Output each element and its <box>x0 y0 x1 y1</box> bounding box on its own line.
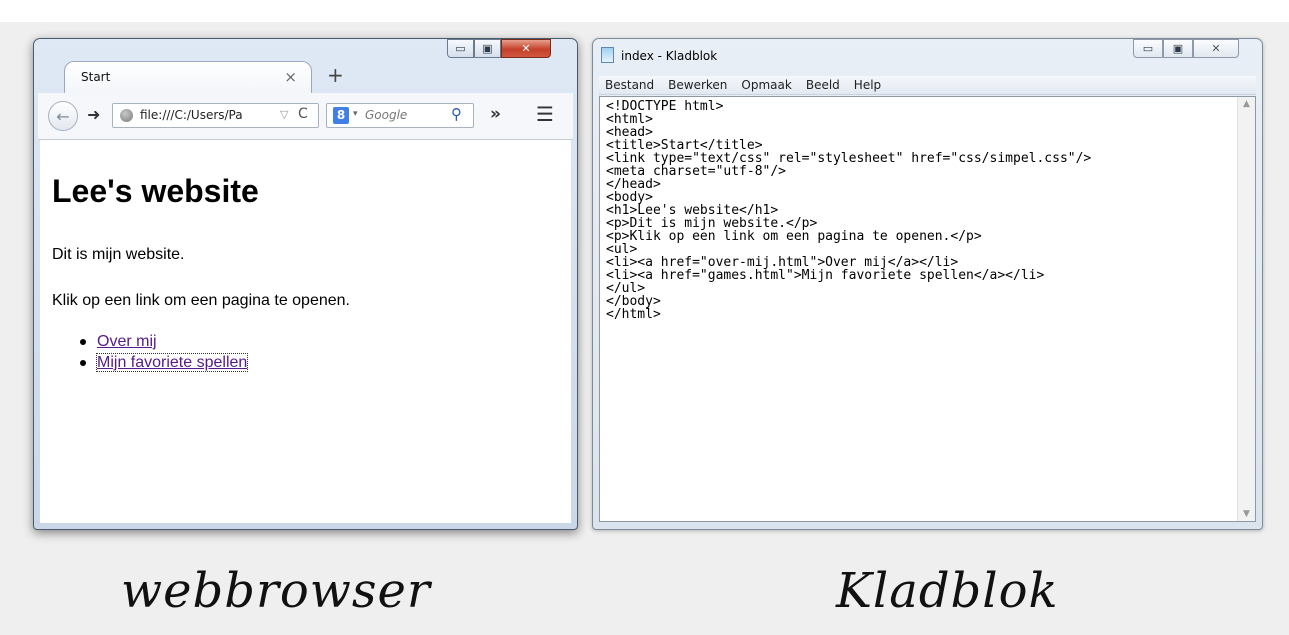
url-text: file:///C:/Users/Pa <box>140 108 243 122</box>
overflow-chevron-icon[interactable]: » <box>490 104 501 124</box>
scroll-down-icon[interactable]: ▼ <box>1238 509 1255 519</box>
link-over-mij[interactable]: Over mij <box>97 333 157 350</box>
notepad-icon <box>601 47 614 63</box>
list-item: Over mij <box>80 331 247 352</box>
browser-window: ▭ ▣ ✕ Start × + ← ➜ file:///C:/Users/Pa … <box>33 38 578 530</box>
menu-bar: Bestand Bewerken Opmaak Beeld Help <box>599 76 1256 95</box>
maximize-button[interactable]: ▣ <box>474 39 501 58</box>
menu-bewerken[interactable]: Bewerken <box>668 78 727 92</box>
close-button[interactable]: ✕ <box>501 39 551 58</box>
navigation-toolbar: ← ➜ file:///C:/Users/Pa ▽ C 8 ▾ Google ⚲… <box>38 93 573 140</box>
page-paragraph-2: Klik op een link om een pagina te openen… <box>52 292 350 309</box>
notepad-caption-buttons: ▭ ▣ ✕ <box>1133 39 1239 58</box>
page-heading: Lee's website <box>52 173 259 209</box>
notepad-window: index - Kladblok ▭ ▣ ✕ Bestand Bewerken … <box>592 38 1263 530</box>
editor-content[interactable]: <!DOCTYPE html> <html> <head> <title>Sta… <box>606 100 1091 321</box>
globe-icon <box>120 109 133 122</box>
browser-caption-buttons: ▭ ▣ ✕ <box>447 39 551 58</box>
menu-help[interactable]: Help <box>854 78 881 92</box>
caption-kladblok: Kladblok <box>836 563 1059 619</box>
window-title: index - Kladblok <box>621 49 718 63</box>
minimize-button[interactable]: ▭ <box>1133 39 1163 58</box>
hamburger-menu-icon[interactable]: ☰ <box>536 102 554 126</box>
menu-bestand[interactable]: Bestand <box>605 78 654 92</box>
engine-dropdown-icon[interactable]: ▾ <box>353 109 358 119</box>
caption-webbrowser: webbrowser <box>121 563 431 619</box>
back-arrow-icon: ← <box>56 106 70 126</box>
forward-arrow-icon[interactable]: ➜ <box>87 105 100 124</box>
page-paragraph-1: Dit is mijn website. <box>52 246 185 263</box>
tab-title: Start <box>81 70 111 84</box>
menu-beeld[interactable]: Beeld <box>806 78 840 92</box>
link-list: Over mij Mijn favoriete spellen <box>80 331 249 373</box>
maximize-button[interactable]: ▣ <box>1163 39 1193 58</box>
magnifier-icon[interactable]: ⚲ <box>451 105 462 123</box>
search-bar[interactable]: 8 ▾ Google ⚲ <box>326 103 474 128</box>
close-button[interactable]: ✕ <box>1193 39 1239 58</box>
google-engine-icon[interactable]: 8 <box>333 107 349 124</box>
page-viewport: Lee's website Dit is mijn website. Klik … <box>40 140 571 523</box>
scroll-up-icon[interactable]: ▲ <box>1238 99 1255 109</box>
history-dropdown-icon[interactable]: ▽ <box>280 108 288 121</box>
list-item: Mijn favoriete spellen <box>80 352 249 373</box>
back-button[interactable]: ← <box>48 101 78 131</box>
link-favoriete-spellen[interactable]: Mijn favoriete spellen <box>95 353 249 372</box>
text-editor[interactable]: <!DOCTYPE html> <html> <head> <title>Sta… <box>599 96 1256 522</box>
reload-icon[interactable]: C <box>298 106 308 122</box>
tab-close-icon[interactable]: × <box>284 68 297 86</box>
url-bar[interactable]: file:///C:/Users/Pa ▽ C <box>112 103 319 128</box>
menu-opmaak[interactable]: Opmaak <box>741 78 791 92</box>
top-strip <box>0 0 1289 22</box>
tab-start[interactable]: Start × <box>64 61 312 93</box>
vertical-scrollbar[interactable]: ▲ ▼ <box>1237 97 1255 521</box>
new-tab-button[interactable]: + <box>327 63 344 87</box>
search-placeholder: Google <box>365 108 408 122</box>
minimize-button[interactable]: ▭ <box>447 39 474 58</box>
